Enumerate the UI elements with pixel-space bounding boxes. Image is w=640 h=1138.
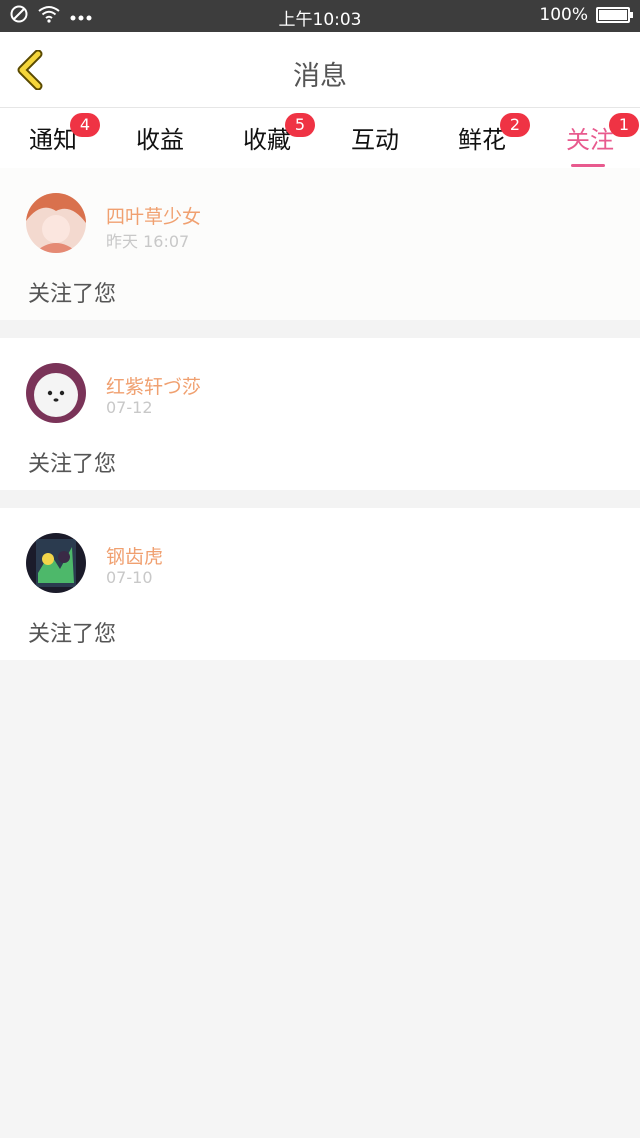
username[interactable]: 四叶草少女	[106, 202, 201, 229]
list-item[interactable]: 钢齿虎 07-10 关注了您	[0, 508, 640, 660]
tab-notice[interactable]: 通知 4	[8, 113, 100, 168]
timestamp: 07-10	[106, 568, 153, 587]
tab-interaction[interactable]: 互动	[330, 120, 420, 168]
list-item[interactable]: 四叶草少女 昨天 16:07 关注了您	[0, 168, 640, 320]
timestamp: 昨天 16:07	[106, 232, 190, 251]
tab-label: 互动	[351, 126, 399, 154]
tab-bar: 通知 4 收益 收藏 5 互动 鲜花 2 关注 1	[0, 108, 640, 168]
tab-badge: 4	[70, 113, 100, 137]
status-bar: 上午10:03 100%	[0, 0, 640, 32]
tab-label: 鲜花	[458, 126, 506, 154]
tab-label: 收藏	[243, 126, 291, 154]
tab-badge: 2	[500, 113, 530, 137]
username[interactable]: 钢齿虎	[106, 542, 163, 569]
avatar[interactable]	[26, 363, 86, 423]
avatar[interactable]	[26, 193, 86, 253]
message-text: 关注了您	[28, 452, 117, 477]
timestamp: 07-12	[106, 398, 153, 417]
message-list: 四叶草少女 昨天 16:07 关注了您 红紫轩づ莎 07-12 关注了您 钢齿虎…	[0, 168, 640, 660]
divider	[0, 490, 640, 508]
avatar[interactable]	[26, 533, 86, 593]
tab-label: 通知	[29, 126, 77, 154]
battery-percent: 100%	[539, 5, 588, 25]
page-title: 消息	[293, 61, 347, 92]
active-tab-indicator	[571, 164, 605, 167]
username[interactable]: 红紫轩づ莎	[106, 372, 201, 399]
navigation-bar: 消息	[0, 32, 640, 108]
tab-label: 收益	[136, 126, 184, 154]
message-text: 关注了您	[28, 622, 117, 647]
battery-icon	[596, 7, 633, 23]
tab-label: 关注	[566, 126, 614, 154]
message-text: 关注了您	[28, 282, 117, 307]
tab-flowers[interactable]: 鲜花 2	[437, 113, 530, 168]
list-item[interactable]: 红紫轩づ莎 07-12 关注了您	[0, 338, 640, 490]
tab-badge: 1	[609, 113, 639, 137]
tab-badge: 5	[285, 113, 315, 137]
tab-follow[interactable]: 关注 1	[545, 113, 639, 168]
tab-income[interactable]: 收益	[115, 120, 205, 168]
tab-favorites[interactable]: 收藏 5	[222, 113, 315, 168]
status-right: 100%	[539, 5, 633, 25]
divider	[0, 320, 640, 338]
